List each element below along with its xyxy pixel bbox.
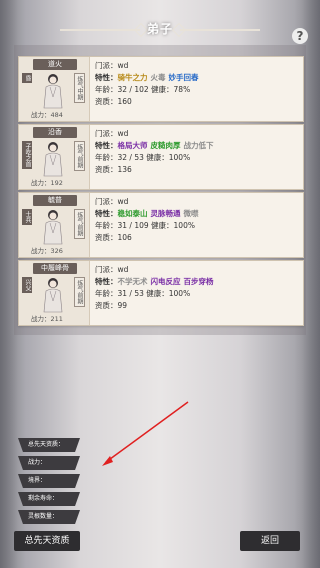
annotation-arrow	[102, 401, 189, 466]
